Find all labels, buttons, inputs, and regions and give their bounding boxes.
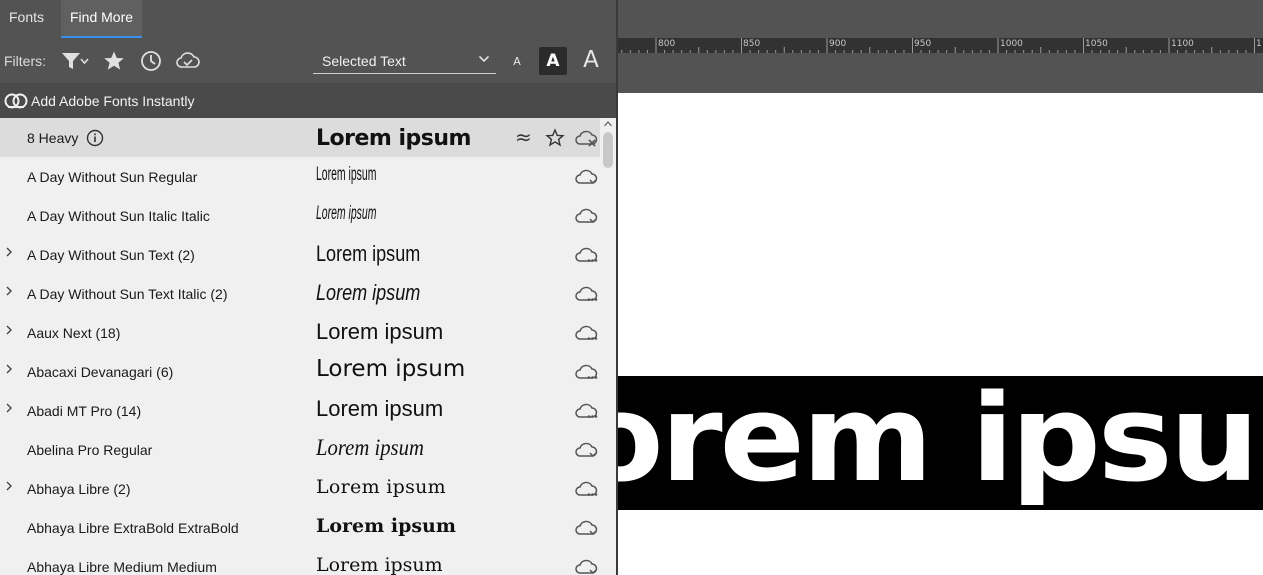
- font-family-row[interactable]: Aaux Next (18) Lorem ipsum: [0, 313, 600, 352]
- chevron-down-icon: [478, 55, 490, 63]
- ruler-label: 1: [1256, 39, 1262, 49]
- chevron-right-icon[interactable]: [4, 246, 14, 258]
- ruler-label: 1050: [1085, 39, 1108, 49]
- font-list: 8 Heavy Lorem ipsum ≈ A Day Without Sun …: [0, 118, 600, 575]
- font-sample: Lorem ipsum: [316, 435, 424, 460]
- font-name: Abhaya Libre Medium Medium: [27, 559, 217, 575]
- size-large-button[interactable]: A: [578, 47, 604, 73]
- font-name: Abelina Pro Regular: [27, 442, 153, 458]
- font-sample: Lorem ipsum: [316, 515, 456, 537]
- font-sample: Lorem ipsum: [316, 319, 444, 344]
- info-icon[interactable]: [86, 129, 104, 147]
- size-small-button[interactable]: A: [508, 55, 526, 68]
- font-panel: Fonts Find More Filters: Selected Text A…: [0, 0, 618, 575]
- filters-label: Filters:: [4, 53, 46, 69]
- font-name: Abacaxi Devanagari (6): [27, 364, 174, 380]
- sample-text-select[interactable]: Selected Text: [313, 48, 496, 74]
- font-name: Abhaya Libre ExtraBold ExtraBold: [27, 520, 239, 536]
- font-family-row[interactable]: A Day Without Sun Text (2) Lorem ipsum: [0, 235, 600, 274]
- pasteboard: [618, 53, 1263, 93]
- font-sample: Lorem ipsum: [316, 203, 377, 224]
- family-cloud-icon[interactable]: [575, 364, 599, 382]
- family-cloud-icon[interactable]: [575, 286, 599, 304]
- favorites-star-icon[interactable]: [103, 50, 129, 72]
- font-sample: Lorem ipsum: [316, 476, 446, 498]
- canvas-toolbar-area: [618, 0, 1263, 38]
- chevron-right-icon[interactable]: [4, 324, 14, 336]
- font-family-row[interactable]: Abhaya Libre (2) Lorem ipsum: [0, 469, 600, 508]
- font-row[interactable]: A Day Without Sun Italic Italic Lorem ip…: [0, 196, 600, 235]
- ruler-label: 1000: [1000, 39, 1023, 49]
- font-sample: Lorem ipsum: [316, 356, 466, 382]
- favorite-star-icon[interactable]: [545, 128, 565, 148]
- text-frame[interactable]: Lorem ipsum: [618, 376, 1263, 510]
- font-family-row[interactable]: Abacaxi Devanagari (6) Lorem ipsum: [0, 352, 600, 391]
- activate-cloud-icon[interactable]: [575, 442, 599, 460]
- font-sample: Lorem ipsum: [316, 126, 471, 151]
- similar-fonts-icon[interactable]: ≈: [515, 125, 532, 149]
- font-row[interactable]: Abhaya Libre Medium Medium Lorem ipsum: [0, 547, 600, 575]
- font-family-row[interactable]: Abadi MT Pro (14) Lorem ipsum: [0, 391, 600, 430]
- tab-find-more[interactable]: Find More: [61, 0, 143, 38]
- panel-tabs: Fonts Find More: [0, 0, 616, 38]
- font-name: A Day Without Sun Text Italic (2): [27, 286, 228, 302]
- add-adobe-fonts-label: Add Adobe Fonts Instantly: [31, 93, 195, 109]
- activate-cloud-icon[interactable]: [575, 559, 599, 575]
- font-name: Abadi MT Pro (14): [27, 403, 142, 419]
- ruler-label: 800: [658, 39, 676, 49]
- font-name: A Day Without Sun Regular: [27, 169, 198, 185]
- font-sample: Lorem ipsum: [316, 280, 421, 305]
- recently-added-clock-icon[interactable]: [140, 50, 166, 72]
- font-name: 8 Heavy: [27, 130, 79, 146]
- deactivate-cloud-icon[interactable]: [575, 130, 599, 148]
- size-medium-button[interactable]: A: [539, 47, 567, 75]
- font-name: Abhaya Libre (2): [27, 481, 131, 497]
- ruler-label: 950: [914, 39, 932, 49]
- cloud-activated-icon[interactable]: [175, 50, 201, 72]
- ruler-label: 1100: [1171, 39, 1194, 49]
- ruler-label: 850: [743, 39, 761, 49]
- family-cloud-icon[interactable]: [575, 481, 599, 499]
- add-adobe-fonts-bar[interactable]: Add Adobe Fonts Instantly: [0, 83, 616, 118]
- font-list-scrollbar[interactable]: [600, 118, 616, 575]
- font-row[interactable]: Abelina Pro Regular Lorem ipsum: [0, 430, 600, 469]
- font-sample: Lorem ipsum: [316, 241, 421, 266]
- font-name: A Day Without Sun Text (2): [27, 247, 195, 263]
- scroll-up-arrow-icon[interactable]: [603, 120, 613, 128]
- family-cloud-icon[interactable]: [575, 247, 599, 265]
- tab-fonts[interactable]: Fonts: [0, 0, 53, 38]
- horizontal-ruler[interactable]: 800 850 900 950 1000 1050 1100 1: [618, 38, 1263, 53]
- font-sample: Lorem ipsum: [316, 396, 444, 421]
- ruler-ticks: [621, 38, 1255, 53]
- activate-cloud-icon[interactable]: [575, 520, 599, 538]
- font-name: Aaux Next (18): [27, 325, 121, 341]
- font-row[interactable]: Abhaya Libre ExtraBold ExtraBold Lorem i…: [0, 508, 600, 547]
- activate-cloud-icon[interactable]: [575, 208, 599, 226]
- chevron-right-icon[interactable]: [4, 285, 14, 297]
- font-family-row[interactable]: A Day Without Sun Text Italic (2) Lorem …: [0, 274, 600, 313]
- ruler-label: 900: [829, 39, 847, 49]
- font-name: A Day Without Sun Italic Italic: [27, 208, 210, 224]
- family-cloud-icon[interactable]: [575, 325, 599, 343]
- family-cloud-icon[interactable]: [575, 403, 599, 421]
- sample-text-value: Selected Text: [322, 53, 406, 69]
- chevron-right-icon[interactable]: [4, 480, 14, 492]
- chevron-right-icon[interactable]: [4, 402, 14, 414]
- font-sample: Lorem ipsum: [316, 554, 443, 575]
- scroll-thumb[interactable]: [603, 132, 613, 168]
- chevron-right-icon[interactable]: [4, 363, 14, 375]
- creative-cloud-icon: [4, 93, 28, 109]
- font-sample: Lorem ipsum: [316, 164, 377, 185]
- filter-bar: Filters: Selected Text A A A: [0, 38, 616, 83]
- canvas-text[interactable]: Lorem ipsum: [618, 376, 1263, 509]
- document-canvas[interactable]: 800 850 900 950 1000 1050 1100 1 Lorem i…: [618, 0, 1263, 575]
- font-row-8-heavy[interactable]: 8 Heavy Lorem ipsum ≈: [0, 118, 600, 157]
- filter-classification-icon[interactable]: [60, 50, 89, 72]
- activate-cloud-icon[interactable]: [575, 169, 599, 187]
- font-row[interactable]: A Day Without Sun Regular Lorem ipsum: [0, 157, 600, 196]
